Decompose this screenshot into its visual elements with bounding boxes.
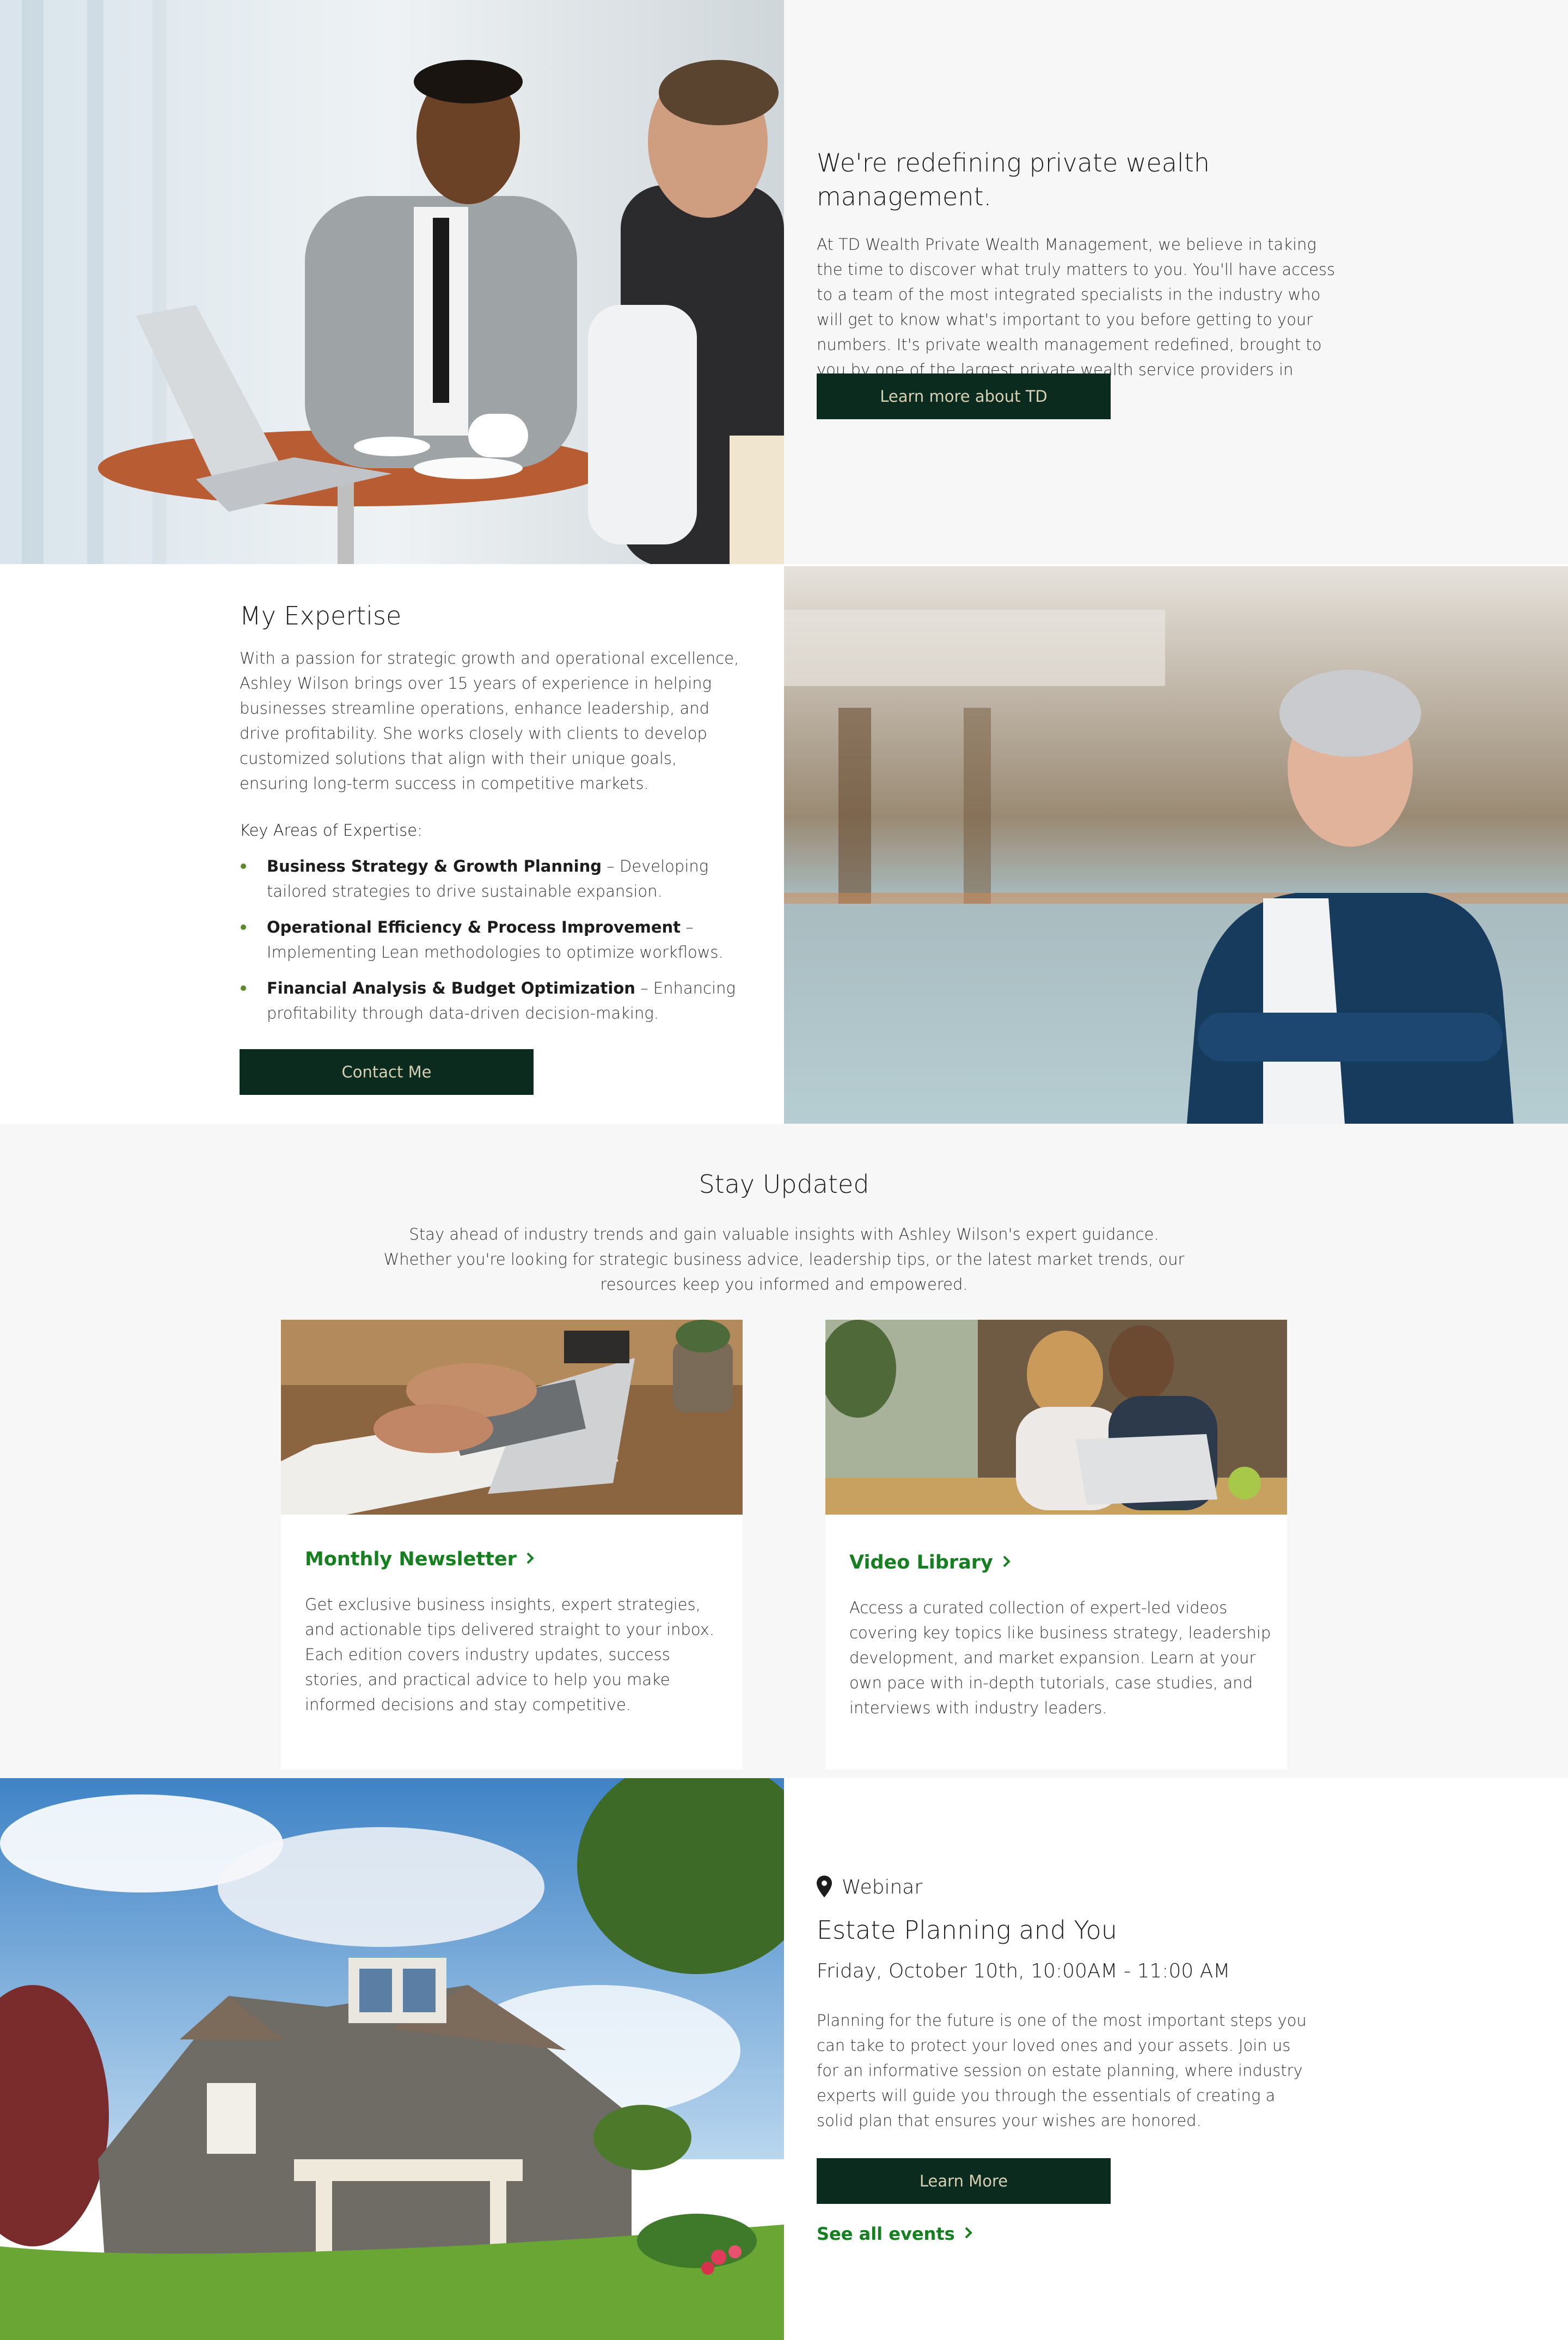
expertise-item: Operational Efficiency & Process Improve… [240,915,740,965]
see-all-events-link[interactable]: See all events [817,2223,975,2244]
newsletter-card: Monthly Newsletter Get exclusive busines… [281,1320,743,1769]
stay-updated-section: Stay Updated Stay ahead of industry tren… [0,1124,1568,1778]
video-library-label: Video Library [849,1552,993,1573]
house-photo [0,1778,784,2340]
newsletter-description: Get exclusive business insights, expert … [305,1595,715,1714]
bullet-icon [241,985,246,991]
expertise-title: My Expertise [240,601,402,630]
monthly-newsletter-link[interactable]: Monthly Newsletter [305,1548,536,1570]
event-datetime: Friday, October 10th, 10:00AM - 11:00 AM [817,1960,1230,1982]
chevron-right-icon [1001,1552,1013,1573]
expertise-section: My Expertise With a passion for strategi… [0,564,1568,1124]
expertise-item: Business Strategy & Growth Planning – De… [240,854,740,904]
expertise-body: With a passion for strategic growth and … [240,649,739,793]
event-section: Webinar Estate Planning and You Friday, … [0,1778,1568,2340]
event-description: Planning for the future is one of the mo… [817,2011,1307,2130]
see-all-events-label: See all events [817,2223,955,2244]
event-type-row: Webinar [817,1875,922,1900]
key-areas-label: Key Areas of Expertise: [240,821,422,840]
video-library-link[interactable]: Video Library [849,1552,1013,1573]
intro-title: We're redefining private wealth manageme… [817,148,1210,211]
expertise-item-title: Business Strategy & Growth Planning [267,857,602,875]
intro-section: We're redefining private wealth manageme… [0,0,1568,564]
event-text-block: Webinar Estate Planning and You Friday, … [817,1778,1339,2340]
intro-text-block: We're redefining private wealth manageme… [817,146,1339,407]
stay-updated-title: Stay Updated [699,1169,869,1199]
expertise-item-title: Financial Analysis & Budget Optimization [267,979,635,997]
stay-updated-body: Stay ahead of industry trends and gain v… [383,1225,1185,1294]
event-title: Estate Planning and You [817,1915,1117,1945]
bullet-icon [241,924,246,930]
learn-more-about-td-button[interactable]: Learn more about TD [817,373,1111,419]
contact-me-button[interactable]: Contact Me [240,1049,534,1095]
video-library-card: Video Library Access a curated collectio… [825,1320,1287,1769]
expertise-list: Business Strategy & Growth Planning – De… [240,854,740,1026]
location-pin-icon [817,1875,832,1900]
expertise-item: Financial Analysis & Budget Optimization… [240,976,740,1026]
chevron-right-icon [963,2223,975,2244]
event-type: Webinar [842,1876,923,1898]
advisor-portrait-photo [784,566,1568,1124]
expertise-item-title: Operational Efficiency & Process Improve… [267,918,681,936]
chevron-right-icon [524,1548,536,1570]
monthly-newsletter-label: Monthly Newsletter [305,1548,517,1570]
video-library-photo [825,1320,1287,1515]
learn-more-button[interactable]: Learn More [817,2158,1111,2204]
newsletter-photo [281,1320,743,1515]
bullet-icon [241,863,246,869]
video-library-description: Access a curated collection of expert-le… [849,1598,1271,1717]
business-meeting-photo [0,0,784,564]
expertise-text-block: My Expertise With a passion for strategi… [240,599,740,1037]
